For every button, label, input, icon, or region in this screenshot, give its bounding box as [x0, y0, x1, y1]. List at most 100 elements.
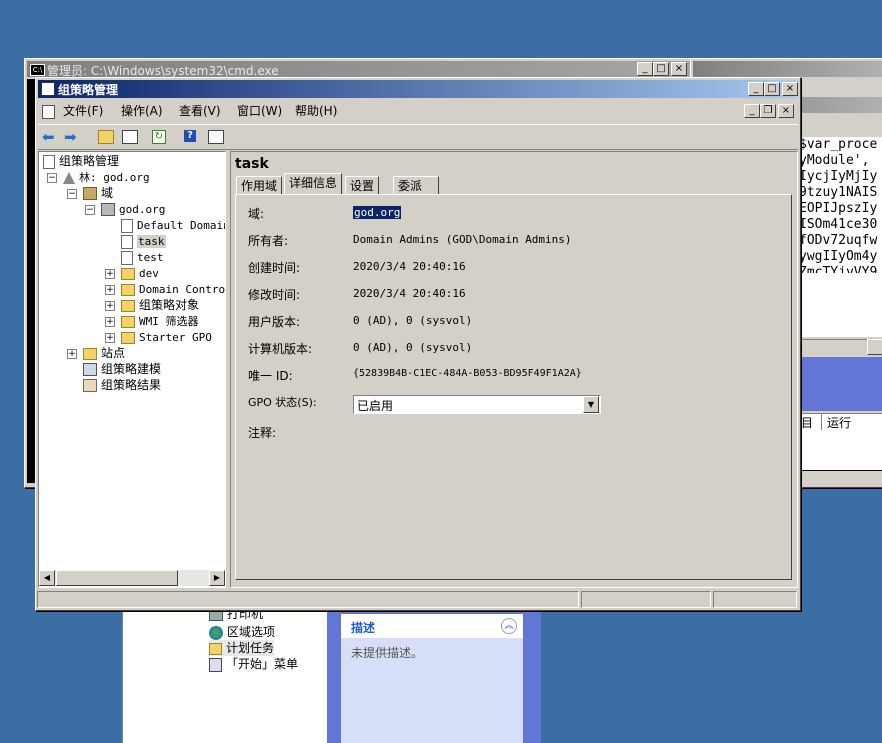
help-icon[interactable]: ?: [184, 130, 196, 142]
scroll-left-icon[interactable]: ◀: [39, 570, 55, 586]
list-item[interactable]: 「开始」菜单: [209, 656, 298, 672]
tree-forest[interactable]: − 林: god.org: [47, 169, 150, 185]
menu-file[interactable]: 文件(F): [63, 102, 103, 120]
cmd-close-button[interactable]: ×: [671, 62, 687, 76]
expand-icon[interactable]: +: [105, 284, 115, 295]
tree-domain-god[interactable]: − god.org: [85, 201, 165, 217]
tree-label: Default Domain: [137, 219, 226, 232]
tree-label: 林: god.org: [79, 171, 150, 184]
gpm-minimize-button[interactable]: _: [748, 82, 764, 96]
tree-gpo-objects[interactable]: + 组策略对象: [105, 297, 199, 313]
run-column-header[interactable]: 运行: [827, 414, 851, 431]
list-item[interactable]: 区域选项: [209, 624, 275, 640]
collapse-icon[interactable]: −: [47, 172, 57, 183]
field-label-owner: 所有者:: [248, 234, 289, 248]
field-value-modified: 2020/3/4 20:40:16: [353, 287, 466, 300]
console-line: ISOm41ce30: [799, 217, 878, 232]
bg-right-scroll-btn[interactable]: [867, 339, 882, 355]
refresh-icon[interactable]: ↻: [152, 130, 166, 144]
tree-ou-dev[interactable]: + dev: [105, 265, 159, 281]
field-label-created: 创建时间:: [248, 261, 301, 275]
console-line: 9tzuy1NAIS: [799, 185, 878, 200]
show-tree-icon[interactable]: [122, 130, 138, 144]
child-close-button[interactable]: ×: [778, 104, 794, 118]
tree-label: 域: [101, 186, 114, 200]
tab-details[interactable]: 详细信息: [284, 173, 343, 195]
column-divider: [821, 414, 822, 430]
list-item[interactable]: 计划任务: [209, 640, 275, 656]
collapse-icon[interactable]: −: [67, 188, 77, 199]
gpm-app-icon: [41, 82, 55, 96]
tree-gpo-link[interactable]: test: [121, 249, 164, 265]
tree-label: WMI 筛选器: [139, 315, 199, 328]
tree-label: 组策略管理: [59, 154, 120, 168]
gpm-titlebar[interactable]: 组策略管理 _ □ ×: [38, 80, 798, 98]
tree-root[interactable]: 组策略管理: [43, 153, 119, 169]
tree-gpo-link[interactable]: Default Domain: [121, 217, 226, 233]
forest-icon: [63, 171, 75, 184]
status-section: [581, 591, 711, 608]
tab-scope[interactable]: 作用域: [236, 176, 283, 195]
tree-horizontal-scrollbar[interactable]: ◀ ▶: [39, 570, 225, 586]
tab-settings[interactable]: 设置: [345, 176, 380, 195]
field-label-user-version: 用户版本:: [248, 315, 301, 329]
child-restore-button[interactable]: ❐: [760, 104, 776, 118]
menu-help[interactable]: 帮助(H): [295, 102, 337, 120]
tree-modeling[interactable]: 组策略建模: [83, 361, 161, 377]
scroll-right-icon[interactable]: ▶: [209, 570, 225, 586]
expand-icon[interactable]: +: [105, 268, 115, 279]
forward-arrow-icon[interactable]: ➡: [64, 129, 77, 145]
tree-gpo-link-selected[interactable]: task: [121, 233, 166, 249]
ou-folder-icon: [121, 267, 135, 280]
tree-sites[interactable]: + 站点: [67, 345, 125, 361]
list-item-label: 「开始」菜单: [226, 657, 299, 671]
console-line: IycjIyMjIy: [799, 169, 878, 184]
field-value-domain[interactable]: god.org: [353, 206, 402, 219]
scroll-thumb[interactable]: [56, 570, 178, 586]
expand-icon[interactable]: +: [67, 348, 77, 359]
list-item-label: 计划任务: [226, 641, 275, 655]
gpm-root-icon: [43, 154, 55, 169]
list-item-label: 区域选项: [227, 625, 276, 639]
tree-pane: 组策略管理 − 林: god.org − 域 − god.org Default Do…: [38, 151, 226, 588]
tree-label: task: [137, 235, 166, 248]
expand-icon[interactable]: +: [105, 316, 115, 327]
expand-icon[interactable]: +: [105, 332, 115, 343]
menu-action[interactable]: 操作(A): [121, 102, 163, 120]
tree-wmi-filters[interactable]: + WMI 筛选器: [105, 313, 199, 329]
tree-label: 组策略对象: [139, 298, 200, 312]
tree-label: god.org: [119, 203, 166, 216]
up-folder-icon[interactable]: [98, 130, 114, 144]
tree-results[interactable]: 组策略结果: [83, 377, 161, 393]
gpo-status-select[interactable]: 已启用 ▼: [353, 395, 601, 414]
collapse-icon[interactable]: −: [85, 204, 95, 215]
gpo-folder-icon: [121, 299, 135, 312]
gpm-close-button[interactable]: ×: [782, 82, 798, 96]
expand-icon[interactable]: +: [105, 300, 115, 311]
chevron-down-icon[interactable]: ▼: [583, 396, 599, 413]
cmd-minimize-button[interactable]: _: [637, 62, 653, 76]
cmd-app-icon: C:\: [30, 64, 45, 76]
back-arrow-icon[interactable]: ⬅: [42, 129, 55, 145]
mmc-doc-icon: [42, 105, 55, 119]
description-title: 描述: [351, 621, 376, 635]
status-section: [37, 591, 579, 608]
menu-window[interactable]: 窗口(W): [237, 102, 282, 120]
field-label-gpo-status: GPO 状态(S):: [248, 396, 317, 409]
tree-starter-gpo[interactable]: + Starter GPO: [105, 329, 212, 345]
tab-delegation[interactable]: 委派: [393, 176, 439, 195]
field-label-domain: 域:: [248, 207, 265, 221]
console-line: fODv72uqfw: [799, 233, 878, 248]
cmd-maximize-button[interactable]: □: [653, 62, 669, 76]
ou-folder-icon: [121, 283, 135, 296]
menu-view[interactable]: 查看(V): [179, 102, 221, 120]
tree-ou-domain-controllers[interactable]: + Domain Control: [105, 281, 225, 297]
tree-domains[interactable]: − 域: [67, 185, 113, 201]
bg-right-column-header: 目 运行: [799, 413, 882, 430]
action-pane-icon[interactable]: [208, 130, 224, 144]
modeling-icon: [83, 363, 97, 376]
child-minimize-button[interactable]: _: [744, 104, 760, 118]
gpm-maximize-button[interactable]: □: [764, 82, 780, 96]
collapse-chevron-icon[interactable]: ︽: [501, 618, 517, 634]
control-panel-window: 打印机 区域选项 计划任务 「开始」菜单 描述 ︽ 未提供描述。: [122, 598, 541, 743]
